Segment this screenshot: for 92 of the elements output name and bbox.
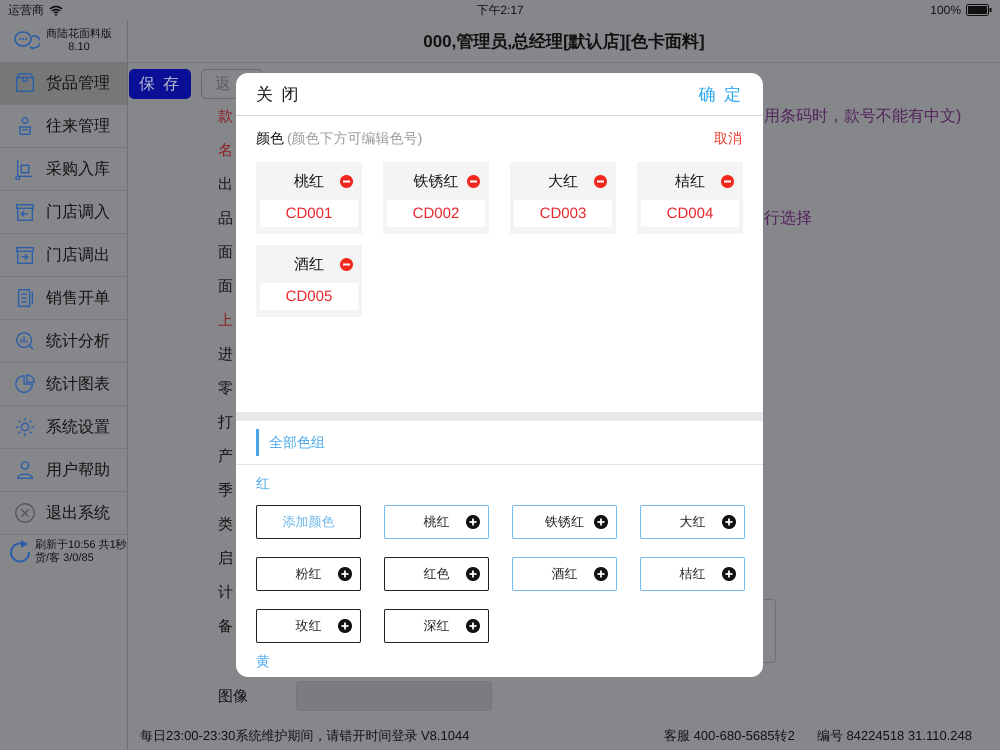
sidebar-item[interactable]: 采购入库 (0, 148, 127, 191)
field-label: 产 (218, 446, 233, 466)
sidebar-item[interactable]: 用户帮助 (0, 449, 127, 492)
service-phone: 客服 400-680-5685转2 (664, 727, 795, 745)
remove-icon[interactable] (340, 258, 353, 271)
color-option[interactable]: 红色 (384, 557, 489, 591)
wifi-icon (49, 4, 63, 16)
field-label: 上 (218, 310, 233, 330)
box-icon (14, 72, 36, 94)
color-option[interactable]: 玫红 (256, 609, 361, 643)
settings-icon (14, 416, 36, 438)
sidebar-item[interactable]: 门店调入 (0, 191, 127, 234)
sidebar-item[interactable]: 退出系统 (0, 492, 127, 535)
sidebar-item[interactable]: 往来管理 (0, 105, 127, 148)
field-hint: 用条码时，款号不能有中文) (764, 106, 962, 126)
color-option[interactable]: 桔红 (640, 557, 745, 591)
store-arrow-icon (14, 201, 36, 223)
carrier-label: 运营商 (8, 2, 44, 18)
field-label: 启 (218, 548, 233, 568)
field-label: 品 (218, 208, 233, 228)
add-icon (338, 567, 352, 581)
field-hint: 行选择 (764, 208, 812, 228)
add-icon (594, 515, 608, 529)
color-name: 铁锈红 (414, 172, 458, 190)
field-label: 零 (218, 378, 233, 398)
color-code-field[interactable]: CD004 (641, 200, 739, 227)
color-code-field[interactable]: CD003 (514, 200, 612, 227)
remove-icon[interactable] (594, 175, 607, 188)
field-label: 出 (218, 174, 233, 194)
app-name: 商陆花面料版 (46, 28, 112, 41)
field-label: 款 (218, 106, 233, 126)
field-label: 计 (218, 582, 233, 602)
field-label: 图像 (218, 686, 248, 706)
color-option[interactable]: 铁锈红 (512, 505, 617, 539)
field-label: 名 (218, 140, 233, 160)
sidebar-item[interactable]: 统计图表 (0, 363, 127, 406)
chart-search-icon (14, 330, 36, 352)
sidebar-item[interactable]: 系统设置 (0, 406, 127, 449)
account-number: 编号 84224518 31.110.248 (816, 727, 972, 745)
field-label: 季 (218, 480, 233, 500)
field-label: 面 (218, 242, 233, 262)
battery-percent: 100% (930, 3, 961, 17)
field-label: 备 (218, 616, 233, 636)
app-version: 8.10 (68, 41, 90, 54)
color-name: 桔红 (675, 172, 705, 190)
add-icon (722, 515, 736, 529)
color-name: 大红 (548, 172, 578, 190)
color-option[interactable]: 粉红 (256, 557, 361, 591)
section-hint: (颜色下方可编辑色号) (287, 130, 422, 146)
color-code-field[interactable]: CD002 (387, 200, 485, 227)
chat-bubbles-icon (14, 31, 40, 51)
color-name: 桃红 (294, 172, 324, 190)
add-icon (466, 515, 480, 529)
sidebar-item[interactable]: 销售开单 (0, 277, 127, 320)
remove-icon[interactable] (467, 175, 480, 188)
field-label: 打 (218, 412, 233, 432)
refresh-time: 刷新于10:56 共1秒 (35, 539, 127, 552)
remove-icon[interactable] (340, 175, 353, 188)
sidebar-item[interactable]: 统计分析 (0, 320, 127, 363)
add-icon (722, 567, 736, 581)
maintenance-notice: 每日23:00-23:30系统维护期间，请错开时间登录 V8.1044 (140, 727, 470, 745)
field-label: 进 (218, 344, 233, 364)
window-title: 000,管理员,总经理[默认店][色卡面料] (128, 20, 1000, 63)
add-icon (594, 567, 608, 581)
refresh-icon (8, 540, 32, 564)
add-icon (466, 619, 480, 633)
store-arrow-icon (14, 244, 36, 266)
group-name: 黄 (256, 653, 271, 671)
color-option[interactable]: 深红 (384, 609, 489, 643)
sidebar-item[interactable]: 门店调出 (0, 234, 127, 277)
color-code-field[interactable]: CD001 (260, 200, 358, 227)
color-name: 酒红 (294, 254, 324, 274)
group-name: 红 (256, 475, 271, 493)
color-option[interactable]: 桃红 (384, 505, 489, 539)
color-option[interactable]: 酒红 (512, 557, 617, 591)
clock-time: 下午2:17 (476, 2, 524, 18)
user-icon (14, 459, 36, 481)
battery-icon (966, 4, 992, 16)
confirm-button[interactable]: 确 定 (698, 82, 743, 106)
remove-icon[interactable] (721, 175, 734, 188)
pie-chart-icon (14, 373, 36, 395)
refresh-counts: 货/客 3/0/85 (35, 552, 95, 565)
field-label: 面 (218, 276, 233, 296)
color-code-field[interactable]: CD005 (260, 283, 358, 310)
add-icon (466, 567, 480, 581)
field-label: 类 (218, 514, 233, 534)
cancel-link[interactable]: 取消 (714, 130, 742, 148)
section-label: 颜色 (256, 130, 284, 146)
sidebar-item[interactable]: 货品管理 (0, 62, 127, 105)
save-button[interactable]: 保 存 (129, 69, 191, 99)
add-icon (338, 619, 352, 633)
color-option[interactable]: 大红 (640, 505, 745, 539)
